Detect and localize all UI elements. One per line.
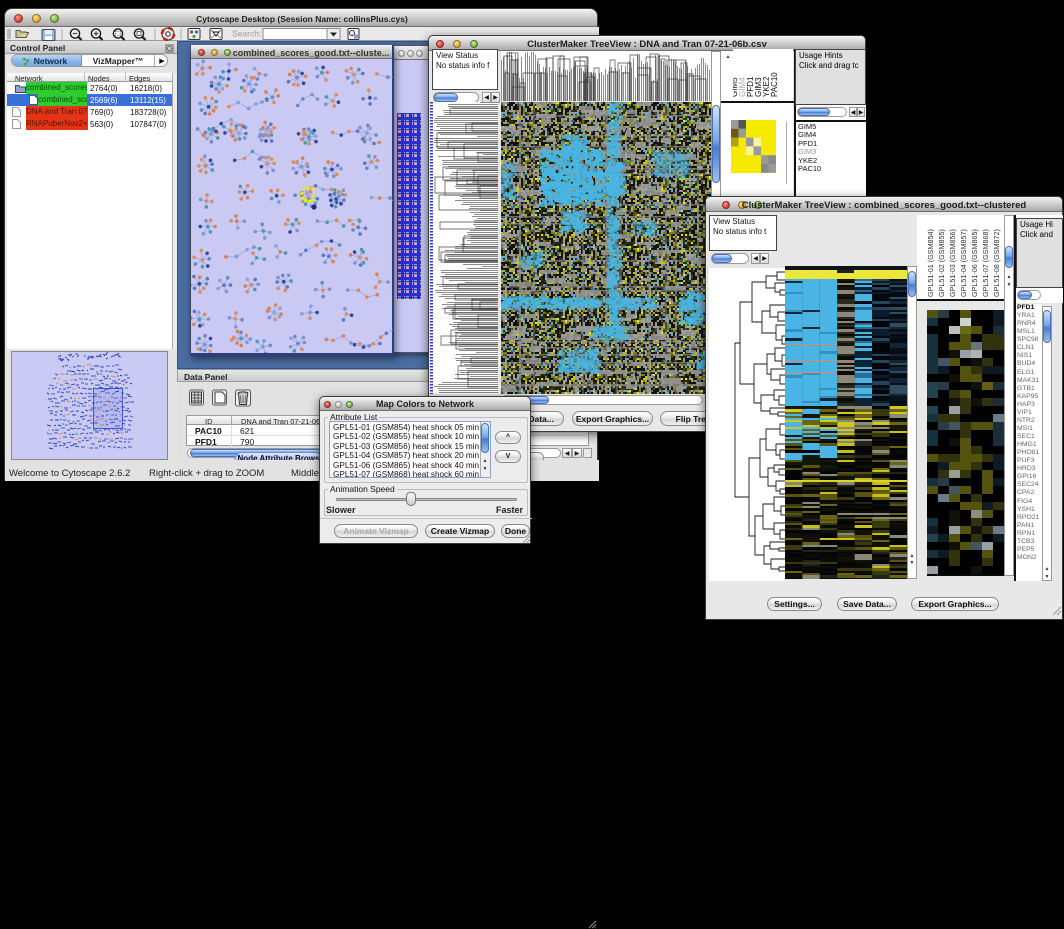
svg-text:Search:: Search: xyxy=(232,29,261,39)
svg-text:PAC10: PAC10 xyxy=(770,72,779,97)
